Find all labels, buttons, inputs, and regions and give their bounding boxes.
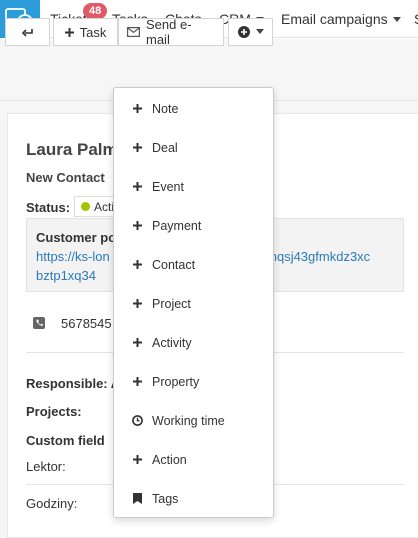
menu-item-label: Tags [152,491,179,506]
send-email-label: Send e-mail [146,17,192,47]
status-label: Status: [26,200,71,215]
customer-portal-title: Customer po [36,230,117,245]
plus-circle-icon [237,26,250,38]
menu-item-note[interactable]: Note [114,89,273,128]
clock-icon [132,415,143,426]
plus-icon [132,337,143,348]
custom-fields-heading: Custom field [26,433,105,448]
nav-email-campaigns-label: Email campaigns [281,11,388,27]
status-dot-icon [81,202,90,211]
send-email-button[interactable]: Send e-mail [118,17,224,47]
nav-email-campaigns[interactable]: Email campaigns [281,11,401,27]
phone-icon [33,317,45,329]
plus-icon [132,142,143,153]
menu-item-project[interactable]: Project [114,284,273,323]
menu-item-payment[interactable]: Payment [114,206,273,245]
menu-item-label: Project [152,296,191,311]
plus-icon [132,220,143,231]
add-task-label: Task [79,24,107,40]
plus-icon [132,454,143,465]
contact-name: Laura Palm [26,140,118,159]
customer-portal-link-line2[interactable]: bztp1xq34 [36,268,96,283]
godziny-label: Godziny: [26,496,78,511]
envelope-icon [127,27,140,37]
menu-item-label: Event [152,179,184,194]
add-more-dropdown-button[interactable] [228,18,273,46]
chevron-down-icon [392,16,401,22]
tickets-count-badge: 48 [83,3,108,19]
lektor-label: Lektor: [26,459,66,474]
phone-number[interactable]: 5678545 [61,316,112,331]
menu-item-tags[interactable]: Tags [114,479,273,518]
add-more-dropdown-menu: Note Deal Event Payment Contact Project … [113,87,274,518]
menu-item-contact[interactable]: Contact [114,245,273,284]
responsible-label-text: Responsible: [26,376,108,391]
responsible-label: Responsible: A [26,376,120,391]
projects-label: Projects: [26,404,82,419]
menu-item-label: Deal [152,140,178,155]
menu-item-label: Action [152,452,187,467]
menu-item-label: Property [152,374,200,389]
status-value: Acti [94,199,115,214]
menu-item-deal[interactable]: Deal [114,128,273,167]
menu-item-activity[interactable]: Activity [114,323,273,362]
menu-item-working-time[interactable]: Working time [114,401,273,440]
menu-item-event[interactable]: Event [114,167,273,206]
menu-item-label: Contact [152,257,196,272]
menu-item-action[interactable]: Action [114,440,273,479]
plus-icon [132,259,143,270]
plus-icon [132,181,143,192]
chevron-down-icon [255,28,264,34]
back-arrow-icon [22,28,33,37]
back-button[interactable] [5,18,50,46]
menu-item-label: Payment [152,218,202,233]
menu-item-label: Working time [152,413,225,428]
menu-item-label: Note [152,101,179,116]
nav-overflow[interactable]: S [414,11,418,27]
plus-icon [132,103,143,114]
plus-icon [132,376,143,387]
contact-type: New Contact [26,170,105,185]
menu-item-property[interactable]: Property [114,362,273,401]
bookmark-icon [132,493,143,504]
add-task-button[interactable]: Task [53,18,118,46]
menu-item-label: Activity [152,335,192,350]
plus-icon [64,27,74,37]
customer-portal-link[interactable]: https://ks-lon [36,249,110,264]
plus-icon [132,298,143,309]
